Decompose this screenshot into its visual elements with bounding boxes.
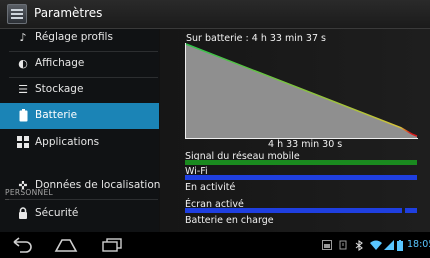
brightness-icon: ◐ bbox=[18, 57, 28, 70]
lock-icon bbox=[17, 207, 29, 221]
battery-history-chart[interactable] bbox=[185, 43, 418, 139]
battery-panel: Sur batterie : 4 h 33 min 37 s 4 h 33 mi… bbox=[160, 29, 430, 232]
divider bbox=[9, 199, 158, 200]
battery-icon bbox=[17, 109, 29, 123]
signal-icon[interactable] bbox=[384, 240, 394, 250]
storage-icon: ☰ bbox=[18, 83, 28, 96]
sidebar-item-affichage[interactable]: ◐ Affichage bbox=[0, 51, 159, 77]
sidebar-item-label: Sécurité bbox=[35, 207, 79, 219]
sidebar-item-batterie[interactable]: Batterie bbox=[0, 103, 159, 129]
back-icon[interactable] bbox=[8, 236, 36, 254]
apps-icon bbox=[17, 136, 29, 150]
screenshot-icon[interactable] bbox=[322, 240, 332, 250]
sidebar-item-label: Stockage bbox=[35, 83, 84, 95]
sidebar-item-securite[interactable]: Sécurité bbox=[0, 201, 159, 227]
sidebar-item-label: Données de localisation bbox=[35, 179, 161, 191]
sidebar-item-label: Affichage bbox=[35, 57, 85, 69]
app-title: Paramètres bbox=[34, 6, 103, 20]
sidebar-item-label: Batterie bbox=[35, 109, 78, 121]
system-bar: 18:05 bbox=[0, 232, 430, 258]
status-clock: 18:05 bbox=[407, 239, 430, 250]
stat-label-active: En activité bbox=[185, 182, 236, 193]
screen-on-bar bbox=[185, 208, 402, 213]
wifi-bar bbox=[185, 175, 417, 180]
sidebar-item-label: Applications bbox=[35, 136, 100, 148]
sidebar-item-applications[interactable]: Applications bbox=[0, 130, 159, 156]
bluetooth-icon[interactable] bbox=[355, 240, 363, 251]
music-note-icon: ♪ bbox=[19, 31, 27, 44]
alarm-icon[interactable] bbox=[338, 240, 348, 250]
chart-time-label: 4 h 33 min 30 s bbox=[268, 139, 343, 150]
settings-app-icon[interactable] bbox=[7, 4, 27, 24]
recent-apps-icon[interactable] bbox=[98, 236, 126, 254]
wifi-icon[interactable] bbox=[370, 240, 382, 250]
mobile-signal-bar bbox=[185, 160, 417, 165]
sidebar-item-reglage-profils[interactable]: ♪ Réglage profils bbox=[0, 25, 159, 51]
screen-on-bar-segment bbox=[405, 208, 417, 213]
battery-status-icon[interactable] bbox=[397, 240, 403, 251]
stat-label-charging: Batterie en charge bbox=[185, 215, 274, 226]
sidebar-item-donnees-localisation[interactable]: ✜ Données de localisation bbox=[0, 173, 161, 199]
sidebar-item-label: Réglage profils bbox=[35, 31, 113, 43]
home-icon[interactable] bbox=[52, 236, 80, 254]
sidebar-item-stockage[interactable]: ☰ Stockage bbox=[0, 77, 159, 103]
location-icon: ✜ bbox=[18, 179, 28, 192]
settings-sidebar: ♪ Réglage profils ◐ Affichage ☰ Stockage… bbox=[0, 29, 161, 232]
